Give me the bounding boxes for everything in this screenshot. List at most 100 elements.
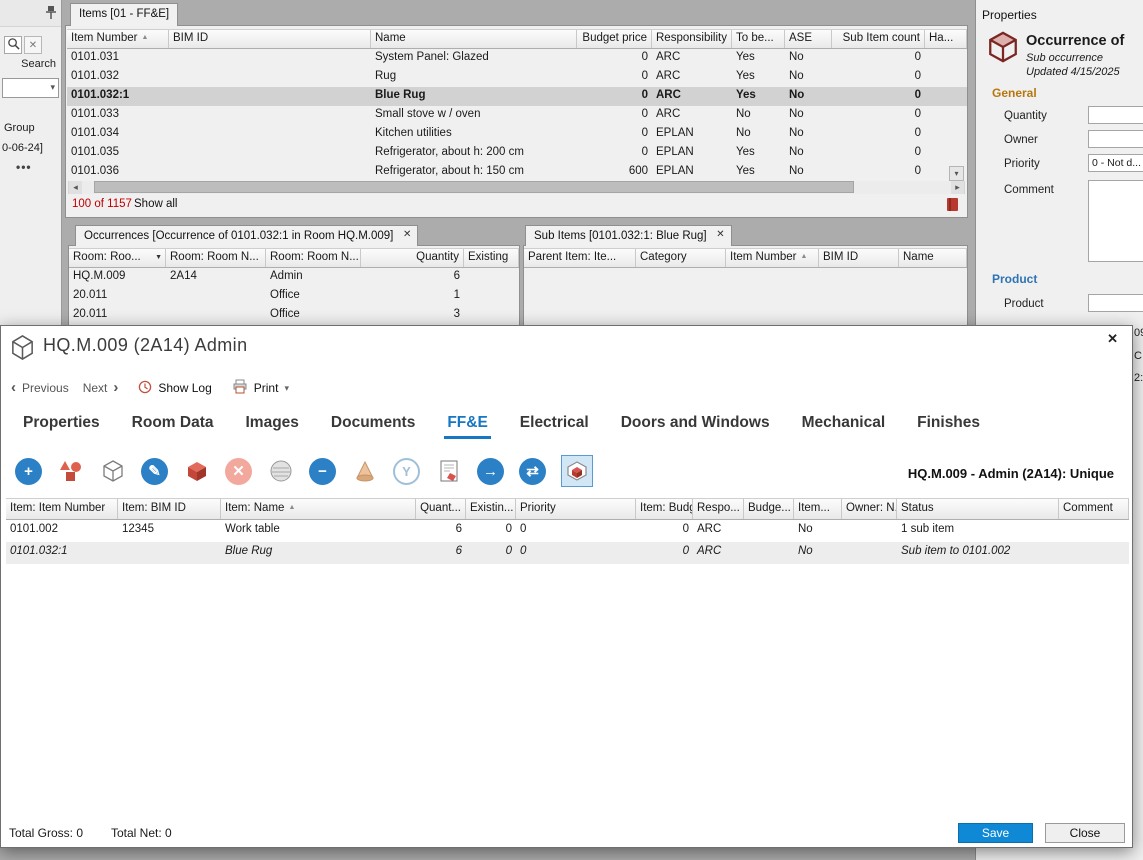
quantity-field[interactable] xyxy=(1088,106,1143,124)
column-header[interactable]: Room: Room N... xyxy=(166,249,266,267)
edit-button[interactable]: ✎ xyxy=(141,458,168,485)
column-header[interactable]: BIM ID xyxy=(169,30,371,48)
column-header[interactable]: Item: Item Number xyxy=(6,499,118,519)
occurrence-view-button[interactable] xyxy=(561,455,593,487)
sync-button[interactable]: ⇄ xyxy=(519,458,546,485)
table-row[interactable]: 20.011Office1 xyxy=(69,287,519,306)
move-next-button[interactable]: → xyxy=(477,458,504,485)
column-header[interactable]: Item Number▲ xyxy=(67,30,169,48)
close-button[interactable]: Close xyxy=(1045,823,1125,843)
table-row[interactable]: HQ.M.0092A14Admin6 xyxy=(69,268,519,287)
tab-room-data[interactable]: Room Data xyxy=(132,414,214,439)
search-button[interactable] xyxy=(4,36,22,54)
column-header[interactable]: Existing xyxy=(464,249,519,267)
table-row[interactable]: 0101.035Refrigerator, about h: 200 cm0EP… xyxy=(67,144,967,163)
column-header[interactable]: ASE xyxy=(785,30,832,48)
column-header[interactable]: Category xyxy=(636,249,726,267)
column-header[interactable]: Respo... xyxy=(693,499,744,519)
next-button[interactable]: Next xyxy=(83,381,108,395)
scroll-left-button[interactable]: ◂ xyxy=(69,181,82,194)
tab-sub-items[interactable]: Sub Items [0101.032:1: Blue Rug] ✕ xyxy=(525,225,732,246)
scrollbar-thumb[interactable] xyxy=(94,181,854,193)
show-all-link[interactable]: Show all xyxy=(134,198,177,210)
y-sync-icon[interactable]: Y xyxy=(393,458,420,485)
caret-down-icon[interactable]: ▾ xyxy=(284,383,289,394)
add-button[interactable]: + xyxy=(15,458,42,485)
tab-images[interactable]: Images xyxy=(246,414,299,439)
tab-doors-and-windows[interactable]: Doors and Windows xyxy=(621,414,770,439)
column-header[interactable]: Quant... xyxy=(416,499,466,519)
column-header[interactable]: Status xyxy=(897,499,1059,519)
report-icon[interactable] xyxy=(946,197,959,215)
tab-ff-e[interactable]: FF&E xyxy=(447,414,487,439)
column-header[interactable]: BIM ID xyxy=(819,249,899,267)
tab-finishes[interactable]: Finishes xyxy=(917,414,980,439)
red-cube-icon[interactable] xyxy=(183,458,210,485)
tab-documents[interactable]: Documents xyxy=(331,414,415,439)
column-header[interactable]: Sub Item count xyxy=(832,30,925,48)
show-log-button[interactable]: Show Log xyxy=(158,381,211,395)
column-header[interactable]: Budget price xyxy=(577,30,652,48)
table-row[interactable]: 0101.032:1Blue Rug0ARCYesNo0 xyxy=(67,87,967,106)
item-shapes-icon[interactable] xyxy=(57,458,84,485)
column-header[interactable]: To be... xyxy=(732,30,785,48)
column-header[interactable]: Name xyxy=(899,249,967,267)
tab-items[interactable]: Items [01 - FF&E] xyxy=(70,3,178,26)
column-header[interactable]: Room: Roo...▼ xyxy=(69,249,166,267)
column-header[interactable]: Item: Name▲ xyxy=(221,499,416,519)
column-header[interactable]: Ha... xyxy=(925,30,967,48)
table-row[interactable]: 0101.031System Panel: Glazed0ARCYesNo0 xyxy=(67,49,967,68)
column-header[interactable]: Item: BIM ID xyxy=(118,499,221,519)
table-row[interactable]: 0101.034Kitchen utilities0EPLANNoNo0 xyxy=(67,125,967,144)
column-header[interactable]: Budge... xyxy=(744,499,794,519)
filter-caret-icon[interactable]: ▼ xyxy=(155,254,162,261)
close-icon[interactable]: ✕ xyxy=(1107,331,1118,347)
column-header[interactable]: Item... xyxy=(794,499,842,519)
horizontal-scrollbar[interactable]: ◂ ▸ xyxy=(68,181,965,194)
scroll-down-button[interactable]: ▾ xyxy=(949,166,964,181)
column-header[interactable]: Comment xyxy=(1059,499,1129,519)
product-field[interactable] xyxy=(1088,294,1143,312)
column-header[interactable]: Room: Room N... xyxy=(266,249,361,267)
column-header[interactable]: Responsibility xyxy=(652,30,732,48)
table-row[interactable]: 0101.036Refrigerator, about h: 150 cm600… xyxy=(67,163,967,182)
sphere-icon[interactable] xyxy=(267,458,294,485)
table-row[interactable]: 0101.00212345Work table6000ARCNo1 sub it… xyxy=(6,520,1129,542)
column-header[interactable]: Quantity xyxy=(361,249,464,267)
tab-properties[interactable]: Properties xyxy=(23,414,100,439)
group-dropdown[interactable]: ▾ xyxy=(2,78,59,98)
tab-mechanical[interactable]: Mechanical xyxy=(802,414,886,439)
table-row[interactable]: 0101.032Rug0ARCYesNo0 xyxy=(67,68,967,87)
column-header[interactable]: Item: Budge... xyxy=(636,499,693,519)
table-row[interactable]: 20.011Office3 xyxy=(69,306,519,325)
cell: Sub item to 0101.002 xyxy=(897,543,1059,564)
comment-field[interactable] xyxy=(1088,180,1143,262)
package-box-icon[interactable] xyxy=(99,458,126,485)
previous-button[interactable]: Previous xyxy=(22,381,69,395)
delete-button[interactable]: ✕ xyxy=(225,458,252,485)
cone-icon[interactable] xyxy=(351,458,378,485)
scrollbar-track[interactable] xyxy=(82,181,951,194)
owner-field[interactable] xyxy=(1088,130,1143,148)
column-header[interactable]: Owner: N... xyxy=(842,499,897,519)
column-header[interactable]: Parent Item: Ite... xyxy=(524,249,636,267)
print-button[interactable]: Print xyxy=(254,381,279,395)
save-button[interactable]: Save xyxy=(958,823,1033,843)
table-row[interactable]: 0101.032:1Blue Rug6000ARCNoSub item to 0… xyxy=(6,542,1129,564)
column-header[interactable]: Existin... xyxy=(466,499,516,519)
close-icon[interactable]: ✕ xyxy=(716,229,724,240)
tab-electrical[interactable]: Electrical xyxy=(520,414,589,439)
more-button[interactable]: ••• xyxy=(16,160,32,174)
document-item-icon[interactable] xyxy=(435,458,462,485)
scroll-right-button[interactable]: ▸ xyxy=(951,181,964,194)
clear-search-button[interactable]: ✕ xyxy=(24,36,42,54)
column-header[interactable]: Item Number▲ xyxy=(726,249,819,267)
table-row[interactable]: 0101.033Small stove w / oven0ARCNoNo0 xyxy=(67,106,967,125)
pin-icon[interactable] xyxy=(45,5,57,23)
tab-occurrences[interactable]: Occurrences [Occurrence of 0101.032:1 in… xyxy=(75,225,418,246)
close-icon[interactable]: ✕ xyxy=(403,229,411,240)
priority-dropdown[interactable]: 0 - Not d... xyxy=(1088,154,1143,172)
column-header[interactable]: Name xyxy=(371,30,577,48)
remove-button[interactable]: − xyxy=(309,458,336,485)
column-header[interactable]: Priority xyxy=(516,499,636,519)
